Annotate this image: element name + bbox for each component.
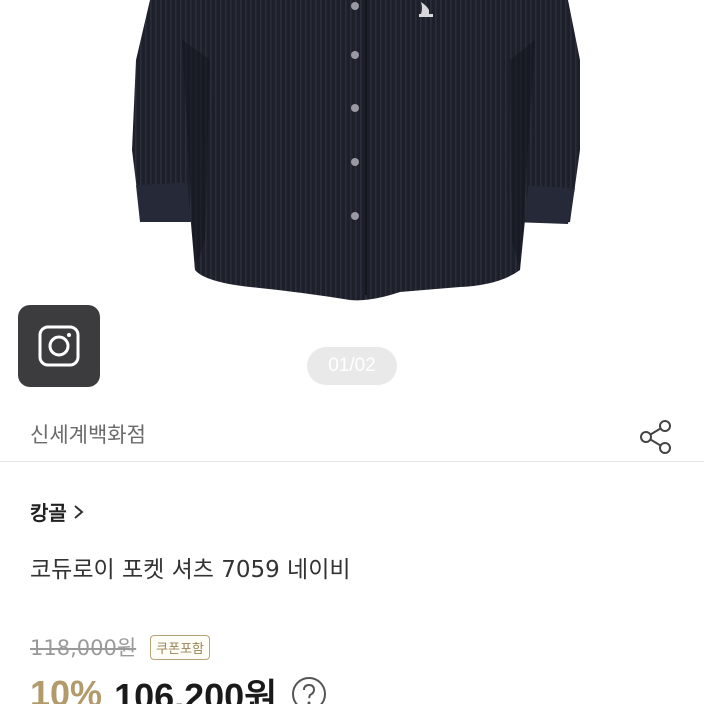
store-row: 신세계백화점 [0,405,704,461]
camera-icon [38,325,80,367]
gallery-pager: 01/02 [307,347,397,385]
pager-text: 01/02 [328,355,376,376]
camera-search-button[interactable] [18,305,100,387]
product-image-gallery[interactable]: 01/02 [0,0,704,400]
product-title: 코듀로이 포켓 셔츠 7059 네이비 [30,557,351,583]
store-name[interactable]: 신세계백화점 [30,419,146,449]
discount-rate: 10% [30,673,103,704]
chevron-right-icon [74,504,84,519]
original-price: 118,000원 [30,636,137,660]
final-price: 106,200원 [114,676,278,704]
coupon-badge: 쿠폰포함 [150,634,211,660]
final-price-row: 10% 106,200원 [30,668,327,704]
share-icon[interactable] [636,417,676,457]
divider [0,461,704,462]
help-icon[interactable] [291,676,327,704]
product-image [132,0,580,301]
original-price-row: 118,000원 쿠폰포함 [30,632,211,662]
brand-name: 캉골 [30,501,67,525]
brand-link[interactable]: 캉골 [30,497,85,526]
